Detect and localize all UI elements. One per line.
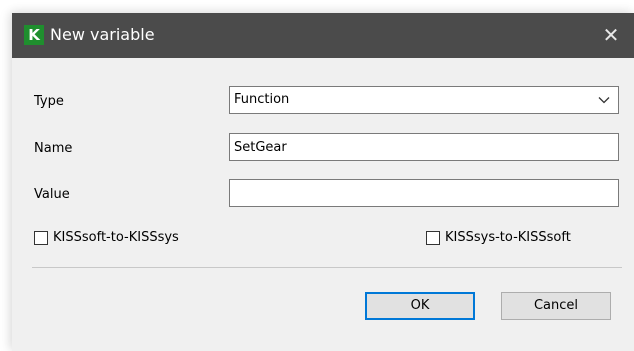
kisssys-to-kisssoft-label: KISSsys-to-KISSsoft xyxy=(445,230,571,245)
title-bar: K New variable ✕ xyxy=(12,13,634,58)
cancel-button[interactable]: Cancel xyxy=(501,292,611,320)
type-label: Type xyxy=(34,94,64,109)
value-input[interactable] xyxy=(229,179,619,207)
kisssys-to-kisssoft-option[interactable]: KISSsys-to-KISSsoft xyxy=(426,230,571,245)
kisssoft-app-icon: K xyxy=(24,25,44,45)
kisssoft-to-kisssys-checkbox[interactable] xyxy=(34,230,48,245)
chevron-down-icon xyxy=(598,97,610,104)
type-select[interactable]: Function xyxy=(229,86,619,114)
name-input[interactable] xyxy=(229,133,619,161)
name-label: Name xyxy=(34,141,73,156)
value-label: Value xyxy=(34,187,70,202)
separator xyxy=(32,267,622,268)
new-variable-dialog: K New variable ✕ Type Function Name Valu… xyxy=(12,13,634,351)
type-select-value: Function xyxy=(234,92,290,107)
kisssoft-to-kisssys-label: KISSsoft-to-KISSsys xyxy=(53,230,179,245)
ok-button[interactable]: OK xyxy=(365,292,475,320)
close-icon[interactable]: ✕ xyxy=(588,13,634,58)
screen: K New variable ✕ Type Function Name Valu… xyxy=(0,0,634,351)
kisssoft-to-kisssys-option[interactable]: KISSsoft-to-KISSsys xyxy=(34,230,179,245)
dialog-title: New variable xyxy=(50,25,155,44)
kisssys-to-kisssoft-checkbox[interactable] xyxy=(426,230,440,245)
